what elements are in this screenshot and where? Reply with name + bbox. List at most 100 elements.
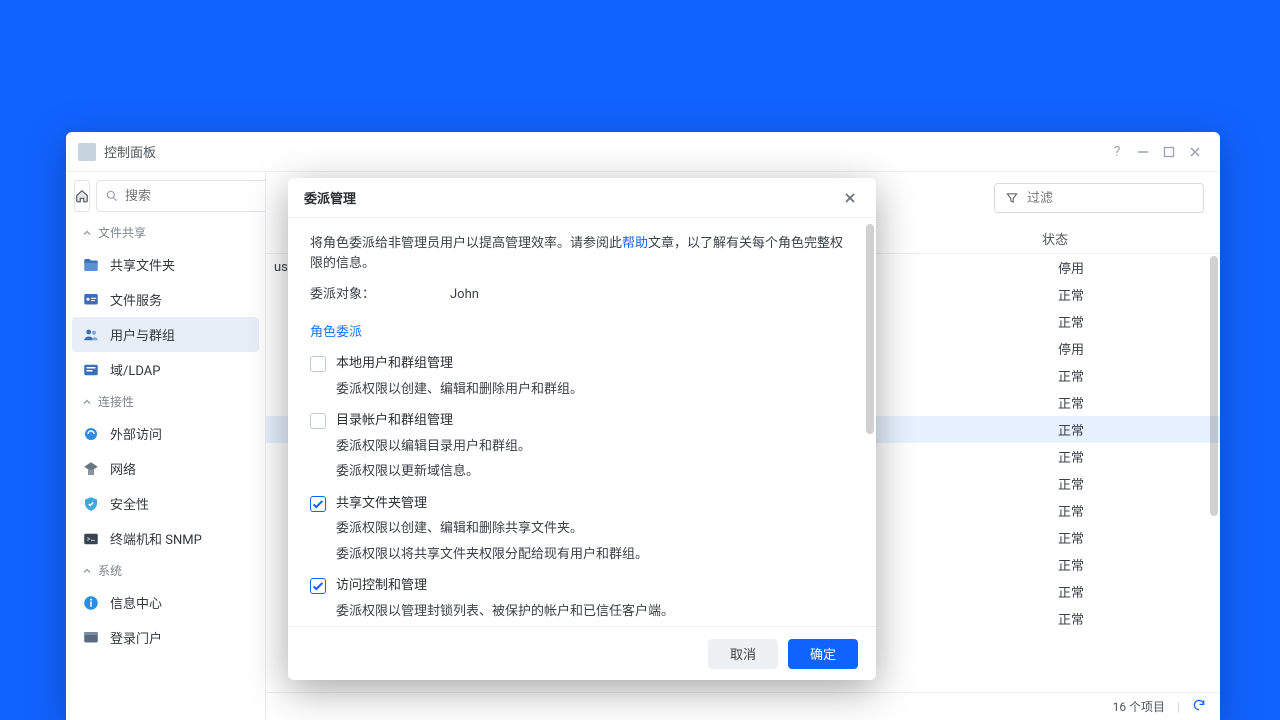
sidebar-group-2[interactable]: 系统: [72, 556, 259, 585]
filter-icon: [1005, 191, 1019, 205]
sidebar-item-label: 共享文件夹: [110, 255, 175, 274]
sidebar-item-domain[interactable]: 域/LDAP: [72, 352, 259, 387]
cell-status: 正常: [1050, 285, 1220, 304]
portal-icon: [82, 629, 100, 647]
permission-desc: 委派权限以管理封锁列表、被保护的帐户和已信任客户端。: [336, 602, 854, 622]
permission-title: 本地用户和群组管理: [336, 354, 453, 374]
reload-button[interactable]: [1192, 698, 1206, 715]
permission-desc: 委派权限以将共享文件夹权限分配给现有用户和群组。: [336, 545, 854, 565]
sidebar-item-portal[interactable]: 登录门户: [72, 620, 259, 655]
dialog-body: 将角色委派给非管理员用户以提高管理效率。请参阅此帮助文章，以了解有关每个角色完整…: [288, 218, 876, 626]
sidebar-item-info[interactable]: 信息中心: [72, 585, 259, 620]
fileservice-icon: [82, 291, 100, 309]
sidebar-group-0[interactable]: 文件共享: [72, 218, 259, 247]
cell-status: 正常: [1050, 555, 1220, 574]
close-button[interactable]: [1182, 139, 1208, 165]
titlebar: 控制面板 ?: [66, 132, 1220, 172]
permission-checkbox[interactable]: [310, 413, 326, 429]
network-icon: [82, 460, 100, 478]
sidebar-item-usergroup[interactable]: 用户与群组: [72, 317, 259, 352]
cell-status: 正常: [1050, 366, 1220, 385]
cell-status: 停用: [1050, 258, 1220, 277]
terminal-icon: [82, 530, 100, 548]
permission-title: 访问控制和管理: [336, 576, 427, 596]
filter-input-wrap[interactable]: [994, 183, 1204, 213]
permission-desc: 委派权限以更新域信息。: [336, 462, 854, 482]
sidebar: 文件共享共享文件夹文件服务用户与群组域/LDAP 连接性外部访问网络安全性终端机和…: [66, 172, 266, 720]
maximize-button[interactable]: [1156, 139, 1182, 165]
sidebar-item-label: 终端机和 SNMP: [110, 529, 202, 548]
sidebar-item-label: 登录门户: [110, 628, 162, 647]
help-link[interactable]: 帮助: [622, 236, 648, 251]
info-icon: [82, 594, 100, 612]
cell-status: 正常: [1050, 474, 1220, 493]
permission-title: 目录帐户和群组管理: [336, 411, 453, 431]
dialog-close-button[interactable]: [840, 188, 860, 208]
usergroup-icon: [82, 326, 100, 344]
item-count: 16 个项目: [1113, 698, 1165, 715]
search-input-wrap[interactable]: [96, 180, 266, 212]
dialog-titlebar: 委派管理: [288, 178, 876, 218]
dialog-footer: 取消 确定: [288, 626, 876, 680]
permission-checkbox[interactable]: [310, 496, 326, 512]
confirm-button[interactable]: 确定: [788, 639, 858, 669]
chevron-up-icon: [82, 228, 92, 238]
permission-title: 共享文件夹管理: [336, 494, 427, 514]
home-button[interactable]: [74, 180, 90, 212]
permission-1: 目录帐户和群组管理委派权限以编辑目录用户和群组。委派权限以更新域信息。: [310, 411, 854, 482]
delegate-row: 委派对象： John: [310, 285, 854, 305]
permission-checkbox[interactable]: [310, 578, 326, 594]
dialog-scrollbar-thumb[interactable]: [866, 224, 874, 434]
sidebar-item-label: 信息中心: [110, 593, 162, 612]
sidebar-group-1[interactable]: 连接性: [72, 387, 259, 416]
scrollbar-thumb[interactable]: [1210, 256, 1218, 516]
dialog-intro: 将角色委派给非管理员用户以提高管理效率。请参阅此帮助文章，以了解有关每个角色完整…: [310, 234, 854, 273]
chevron-up-icon: [82, 566, 92, 576]
sidebar-item-security[interactable]: 安全性: [72, 486, 259, 521]
sidebar-item-label: 外部访问: [110, 424, 162, 443]
dialog-title: 委派管理: [304, 188, 356, 207]
search-input[interactable]: [125, 189, 266, 204]
chevron-up-icon: [82, 397, 92, 407]
domain-icon: [82, 361, 100, 379]
cell-status: 正常: [1050, 582, 1220, 601]
sidebar-item-external[interactable]: 外部访问: [72, 416, 259, 451]
sidebar-item-label: 安全性: [110, 494, 149, 513]
cell-status: 正常: [1050, 609, 1220, 628]
security-icon: [82, 495, 100, 513]
sidebar-item-network[interactable]: 网络: [72, 451, 259, 486]
permission-desc: 委派权限以创建、编辑和删除共享文件夹。: [336, 519, 854, 539]
filter-input[interactable]: [1027, 191, 1193, 206]
cell-status: 停用: [1050, 339, 1220, 358]
sidebar-item-terminal[interactable]: 终端机和 SNMP: [72, 521, 259, 556]
cell-status: 正常: [1050, 447, 1220, 466]
delegation-dialog: 委派管理 将角色委派给非管理员用户以提高管理效率。请参阅此帮助文章，以了解有关每…: [288, 178, 876, 680]
permission-3: 访问控制和管理委派权限以管理封锁列表、被保护的帐户和已信任客户端。: [310, 576, 854, 621]
cell-status: 正常: [1050, 420, 1220, 439]
app-icon: [78, 143, 96, 161]
cell-status: 正常: [1050, 501, 1220, 520]
permission-2: 共享文件夹管理委派权限以创建、编辑和删除共享文件夹。委派权限以将共享文件夹权限分…: [310, 494, 854, 565]
window-title: 控制面板: [104, 142, 156, 161]
help-button[interactable]: ?: [1104, 139, 1130, 165]
cell-status: 正常: [1050, 312, 1220, 331]
column-status[interactable]: 状态: [1034, 229, 1204, 248]
permission-0: 本地用户和群组管理委派权限以创建、编辑和删除用户和群组。: [310, 354, 854, 399]
sidebar-item-fileservice[interactable]: 文件服务: [72, 282, 259, 317]
permission-desc: 委派权限以编辑目录用户和群组。: [336, 437, 854, 457]
search-icon: [105, 189, 119, 203]
permission-desc: 委派权限以创建、编辑和删除用户和群组。: [336, 380, 854, 400]
external-icon: [82, 425, 100, 443]
cell-status: 正常: [1050, 393, 1220, 412]
delegate-value: John: [450, 285, 854, 305]
minimize-button[interactable]: [1130, 139, 1156, 165]
cancel-button[interactable]: 取消: [708, 639, 778, 669]
cell-status: 正常: [1050, 528, 1220, 547]
statusbar: 16 个项目 |: [266, 692, 1220, 720]
sidebar-item-folder[interactable]: 共享文件夹: [72, 247, 259, 282]
permission-checkbox[interactable]: [310, 356, 326, 372]
folder-icon: [82, 256, 100, 274]
section-role-delegation: 角色委派: [310, 323, 854, 343]
sidebar-item-label: 域/LDAP: [110, 360, 160, 379]
delegate-label: 委派对象：: [310, 285, 450, 305]
